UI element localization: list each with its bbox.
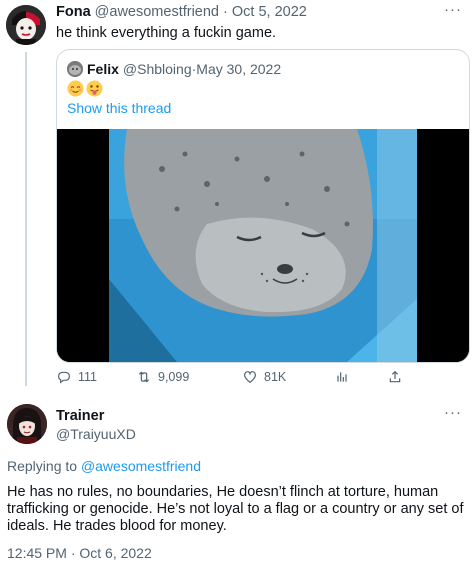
show-thread-link[interactable]: Show this thread xyxy=(67,100,171,116)
reply-icon xyxy=(58,371,70,384)
quoted-tweet[interactable]: Felix @Shbloing · May 30, 2022 Show this… xyxy=(56,49,470,363)
reply-author-handle[interactable]: @TraiyuuXD xyxy=(56,426,136,442)
retweet-action[interactable]: 9,099 xyxy=(136,369,189,385)
author-name[interactable]: Fona xyxy=(56,4,91,20)
author-handle[interactable]: @awesomestfriend xyxy=(95,4,219,20)
tweet-text: he think everything a fuckin game. xyxy=(56,25,277,41)
retweet-count: 9,099 xyxy=(158,370,190,384)
avatar-fona[interactable] xyxy=(6,5,46,45)
avatar-trainer[interactable] xyxy=(7,404,47,444)
quoted-author-handle: @Shbloing xyxy=(122,61,192,77)
reply-more-options-icon[interactable]: ··· xyxy=(444,404,462,421)
face-with-tongue-icon xyxy=(86,80,103,97)
reply-timestamp[interactable]: 12:45 PM · Oct 6, 2022 xyxy=(7,545,152,561)
tweet-action-bar: 111 9,099 81K xyxy=(56,369,456,387)
quoted-date: May 30, 2022 xyxy=(196,61,282,77)
relieved-face-icon xyxy=(67,80,84,97)
replying-to: Replying to @awesomestfriend xyxy=(7,458,201,474)
like-count: 81K xyxy=(264,370,287,384)
thread-connector-line xyxy=(25,52,27,386)
separator: · xyxy=(219,4,232,20)
tweet-header: Fona @awesomestfriend · Oct 5, 2022 xyxy=(56,4,307,20)
replying-to-link[interactable]: @awesomestfriend xyxy=(81,458,201,474)
heart-icon xyxy=(244,371,256,384)
reply-action[interactable]: 111 xyxy=(56,369,97,385)
more-options-icon[interactable]: ··· xyxy=(444,1,462,18)
tweet-date[interactable]: Oct 5, 2022 xyxy=(232,4,307,20)
analytics-icon xyxy=(337,372,347,382)
reply-tweet-text: He has no rules, no boundaries, He doesn… xyxy=(7,484,464,534)
avatar-fona-image xyxy=(6,5,46,45)
quoted-emojis xyxy=(67,80,103,97)
reply-author-name[interactable]: Trainer xyxy=(56,408,104,424)
analytics-action[interactable] xyxy=(334,369,350,385)
retweet-icon xyxy=(138,371,150,383)
avatar-felix xyxy=(67,61,83,77)
seal-video-frame xyxy=(57,129,469,362)
share-action[interactable] xyxy=(387,369,403,385)
replying-prefix: Replying to xyxy=(7,458,81,474)
seal-video[interactable] xyxy=(57,129,469,362)
reply-count: 111 xyxy=(78,370,98,384)
like-action[interactable]: 81K xyxy=(242,369,286,385)
quoted-tweet-header: Felix @Shbloing · May 30, 2022 xyxy=(67,61,281,77)
avatar-trainer-image xyxy=(7,404,47,444)
quoted-author-name: Felix xyxy=(87,61,119,77)
share-icon xyxy=(389,370,401,383)
